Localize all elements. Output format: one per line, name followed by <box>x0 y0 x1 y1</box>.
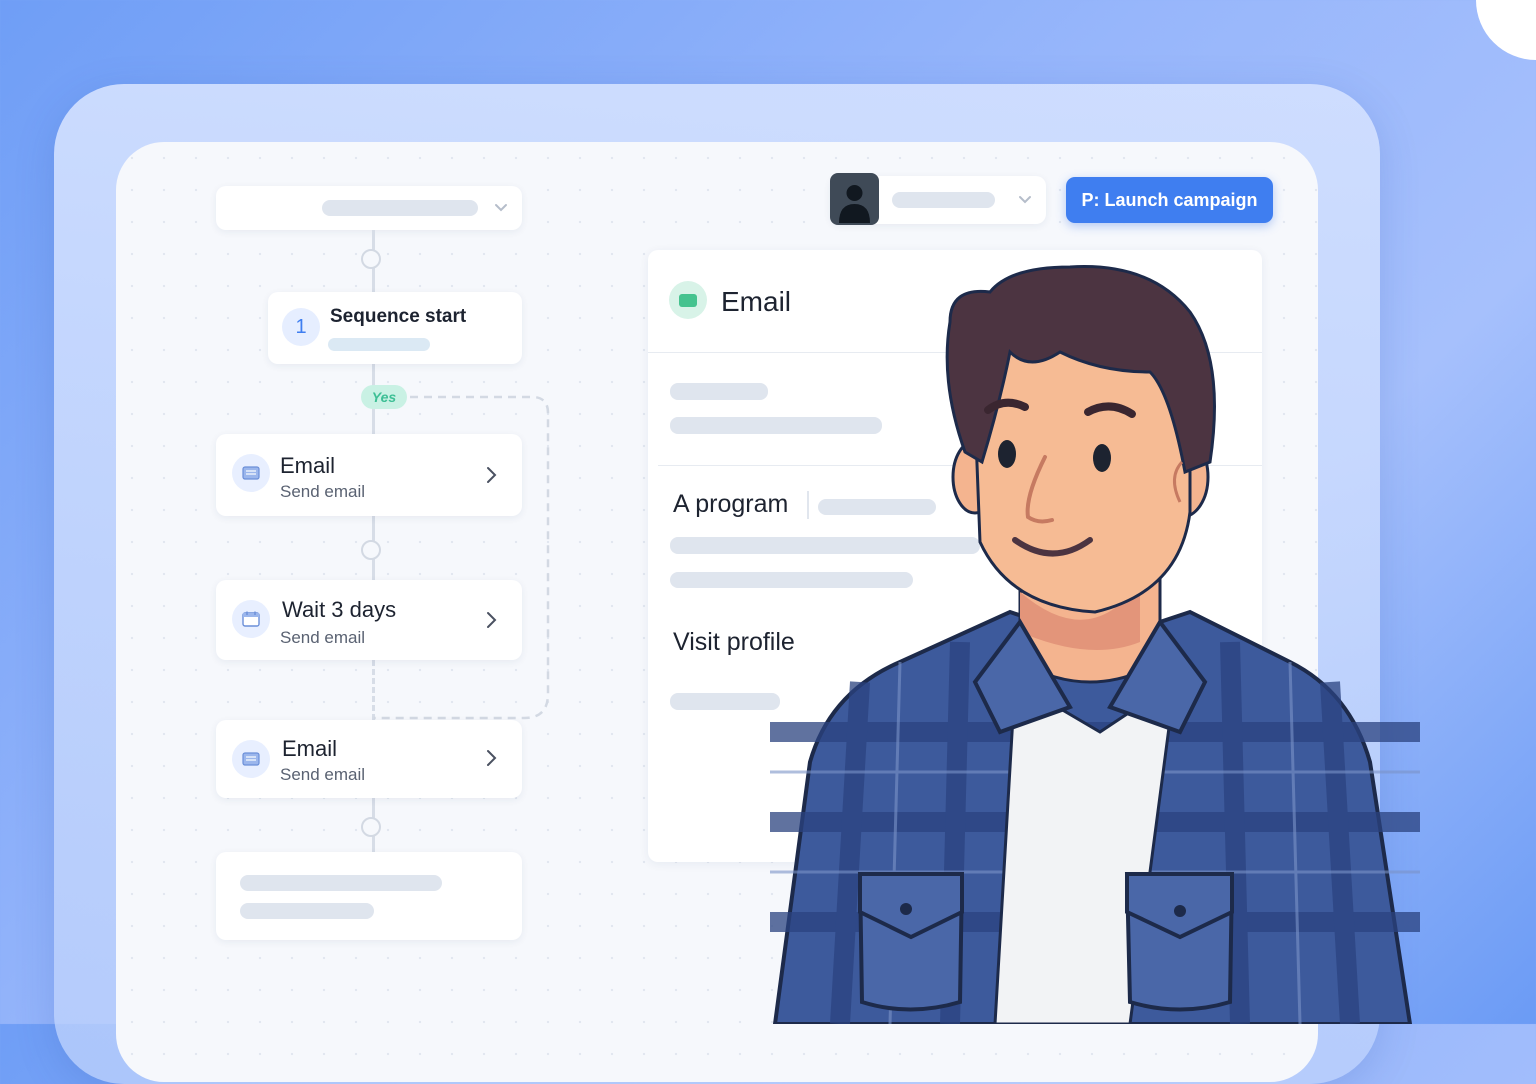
flow-node <box>361 817 381 837</box>
branch-yes-badge: Yes <box>361 385 407 409</box>
chevron-down-icon <box>1019 196 1031 204</box>
placeholder-line <box>670 383 768 400</box>
calendar-icon <box>232 600 270 638</box>
step-title: Email <box>282 736 338 761</box>
placeholder-step-card[interactable] <box>216 852 522 940</box>
flow-node <box>361 249 381 269</box>
chevron-right-icon <box>487 612 497 628</box>
sequence-start-title: Sequence start <box>330 306 467 327</box>
step-subtitle: Send email <box>280 482 366 501</box>
email-icon <box>232 740 270 778</box>
step-subtitle: Send email <box>280 628 366 647</box>
launch-campaign-button[interactable]: P: Launch campaign <box>1066 177 1273 223</box>
step-card-wait[interactable]: Wait 3 days Send email <box>216 580 522 660</box>
step-title: Wait 3 days <box>282 597 397 622</box>
background-corner <box>1476 0 1536 60</box>
email-status-icon <box>669 281 707 319</box>
person-illustration <box>770 265 1420 1024</box>
placeholder-line <box>670 693 780 710</box>
email-icon <box>232 454 270 492</box>
chevron-down-icon <box>495 204 507 212</box>
step-subtitle: Send email <box>280 765 366 784</box>
user-name-placeholder <box>892 192 995 208</box>
step-card-email-1[interactable]: Email Send email <box>216 434 522 516</box>
placeholder-line <box>240 903 374 919</box>
sequence-start-card[interactable]: 1 Sequence start <box>268 292 522 364</box>
placeholder-line <box>240 875 442 891</box>
step-title: Email <box>280 453 336 478</box>
chevron-right-icon <box>487 467 497 483</box>
dropdown-placeholder <box>322 200 478 216</box>
step-number-badge: 1 <box>282 308 320 346</box>
avatar <box>830 173 879 225</box>
chevron-right-icon <box>487 750 497 766</box>
sequence-start-subtitle-placeholder <box>328 338 430 351</box>
user-selector-dropdown[interactable] <box>830 173 1046 225</box>
step-card-email-2[interactable]: Email Send email <box>216 720 522 798</box>
sequence-selector-dropdown[interactable] <box>216 186 522 230</box>
